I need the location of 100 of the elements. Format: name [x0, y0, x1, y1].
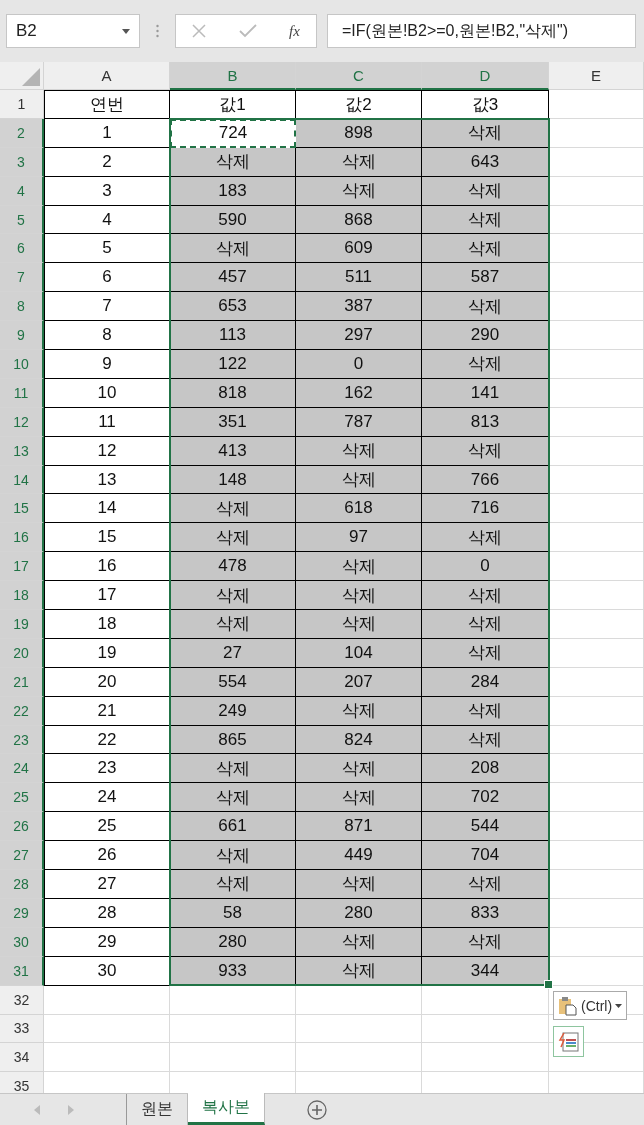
table-cell: 3 — [44, 176, 170, 206]
row-header[interactable]: 16 — [0, 523, 44, 553]
table-cell: 10 — [44, 378, 170, 408]
table-cell: 2 — [44, 147, 170, 177]
table-cell: 값2 — [296, 90, 422, 119]
row-header[interactable]: 29 — [0, 898, 44, 928]
table-cell: 868 — [296, 205, 422, 235]
table-cell: 148 — [170, 465, 296, 495]
row-header[interactable]: 2 — [0, 118, 44, 148]
row-header[interactable]: 18 — [0, 581, 44, 611]
row-header[interactable]: 17 — [0, 552, 44, 582]
table-cell: 삭제 — [422, 870, 549, 899]
quick-analysis-button[interactable] — [553, 1026, 584, 1057]
row-header[interactable]: 25 — [0, 783, 44, 813]
column-header[interactable]: B — [170, 62, 296, 90]
row-header[interactable]: 24 — [0, 754, 44, 784]
table-cell: 898 — [296, 118, 422, 148]
paste-options-button[interactable]: (Ctrl) — [553, 991, 628, 1020]
name-box[interactable]: B2 — [6, 14, 140, 48]
table-cell: 27 — [170, 638, 296, 668]
insert-function-button[interactable]: fx — [288, 22, 300, 40]
table-cell: 삭제 — [296, 581, 422, 611]
row-header[interactable]: 32 — [0, 985, 44, 1015]
table-cell: 618 — [296, 494, 422, 524]
cancel-icon[interactable] — [192, 24, 207, 38]
fill-handle[interactable] — [544, 980, 553, 989]
table-cell: 6 — [44, 263, 170, 293]
table-cell: 22 — [44, 725, 170, 755]
row-header[interactable]: 21 — [0, 667, 44, 697]
column-header[interactable]: D — [422, 62, 549, 90]
table-cell: 삭제 — [422, 205, 549, 235]
row-header[interactable]: 30 — [0, 927, 44, 957]
row-header[interactable]: 1 — [0, 90, 44, 119]
table-cell: 삭제 — [296, 436, 422, 466]
table-cell: 삭제 — [296, 696, 422, 726]
column-header[interactable]: C — [296, 62, 422, 90]
table-cell: 297 — [296, 321, 422, 350]
check-icon[interactable] — [238, 24, 257, 38]
table-cell: 58 — [170, 898, 296, 928]
row-header[interactable]: 26 — [0, 812, 44, 842]
row-header[interactable]: 3 — [0, 147, 44, 177]
table-cell: 207 — [296, 667, 422, 697]
table-cell: 삭제 — [296, 176, 422, 206]
row-header[interactable]: 15 — [0, 494, 44, 524]
table-cell: 871 — [296, 812, 422, 842]
table-cell: 21 — [44, 696, 170, 726]
row-header[interactable]: 7 — [0, 263, 44, 293]
table-cell: 삭제 — [422, 176, 549, 206]
row-header[interactable]: 5 — [0, 205, 44, 235]
row-header[interactable]: 35 — [0, 1072, 44, 1093]
table-cell: 113 — [170, 321, 296, 350]
table-cell: 26 — [44, 841, 170, 871]
table-cell: 삭제 — [170, 147, 296, 177]
sheet-tab[interactable]: 복사본 — [188, 1093, 265, 1125]
row-header[interactable]: 27 — [0, 841, 44, 871]
column-header[interactable]: E — [549, 62, 644, 90]
row-header[interactable]: 13 — [0, 436, 44, 466]
row-header[interactable]: 33 — [0, 1014, 44, 1044]
table-cell: 183 — [170, 176, 296, 206]
row-header[interactable]: 12 — [0, 407, 44, 437]
row-header[interactable]: 34 — [0, 1043, 44, 1073]
row-header[interactable]: 11 — [0, 378, 44, 408]
table-cell: 삭제 — [422, 234, 549, 264]
row-header[interactable]: 9 — [0, 321, 44, 350]
table-cell: 0 — [296, 350, 422, 379]
row-header[interactable]: 28 — [0, 870, 44, 899]
table-cell: 0 — [422, 552, 549, 582]
row-header[interactable]: 6 — [0, 234, 44, 264]
column-header[interactable]: A — [44, 62, 170, 90]
table-cell: 4 — [44, 205, 170, 235]
row-header[interactable]: 14 — [0, 465, 44, 495]
table-cell: 280 — [170, 927, 296, 957]
scroll-right-icon[interactable] — [68, 1104, 74, 1115]
row-header[interactable]: 8 — [0, 292, 44, 322]
row-header[interactable]: 20 — [0, 638, 44, 668]
scroll-left-icon[interactable] — [34, 1104, 40, 1115]
table-cell: 30 — [44, 956, 170, 986]
formula-field[interactable]: =IF(원본!B2>=0,원본!B2,"삭제") — [327, 14, 636, 48]
table-cell: 9 — [44, 350, 170, 379]
table-cell: 삭제 — [422, 638, 549, 668]
row-header[interactable]: 19 — [0, 610, 44, 639]
table-cell: 457 — [170, 263, 296, 293]
table-cell: 14 — [44, 494, 170, 524]
table-cell: 삭제 — [170, 610, 296, 639]
table-cell: 19 — [44, 638, 170, 668]
table-cell: 삭제 — [422, 118, 549, 148]
table-cell: 삭제 — [296, 552, 422, 582]
select-all-button[interactable] — [0, 62, 44, 90]
row-header[interactable]: 4 — [0, 176, 44, 206]
row-header[interactable]: 10 — [0, 350, 44, 379]
table-cell: 삭제 — [422, 696, 549, 726]
row-header[interactable]: 31 — [0, 956, 44, 986]
row-header[interactable]: 23 — [0, 725, 44, 755]
table-cell: 삭제 — [296, 870, 422, 899]
add-sheet-icon[interactable] — [307, 1099, 327, 1120]
table-cell: 449 — [296, 841, 422, 871]
row-header[interactable]: 22 — [0, 696, 44, 726]
table-cell: 11 — [44, 407, 170, 437]
table-cell: 13 — [44, 465, 170, 495]
table-cell: 연번 — [44, 90, 170, 119]
